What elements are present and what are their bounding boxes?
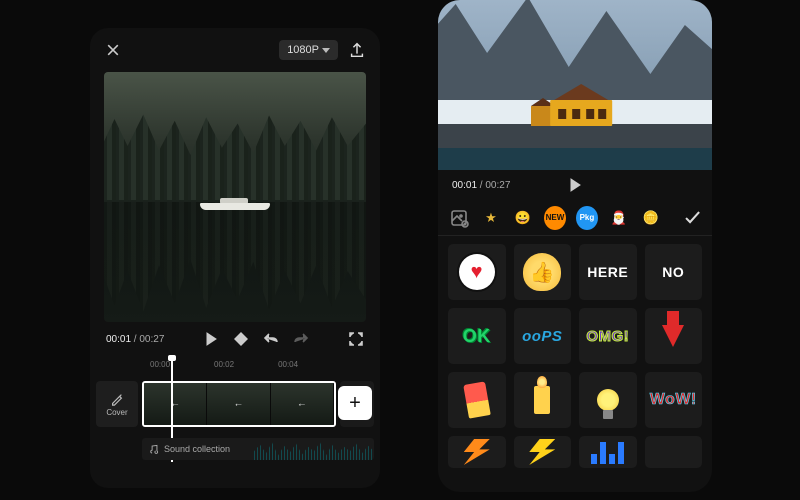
sticker-grid: ♥ 👍 HERE NO OK ooPS OMG! WoW! <box>438 236 712 476</box>
sticker-ok[interactable]: OK <box>448 308 506 364</box>
sticker-wow[interactable]: WoW! <box>645 372 703 428</box>
lightbulb-icon <box>597 389 619 411</box>
ruler-tick: 00:00 <box>150 360 170 369</box>
category-emoji[interactable]: 😀 <box>512 206 534 230</box>
playback-row: 00:01 / 00:27 <box>90 322 380 356</box>
close-icon <box>105 42 121 58</box>
time-display: 00:01 / 00:27 <box>106 334 164 345</box>
fullscreen-button[interactable] <box>348 331 364 347</box>
play-icon <box>567 177 583 193</box>
close-button[interactable] <box>104 41 122 59</box>
caret-down-icon <box>322 48 330 53</box>
playback-row: 00:01 / 00:27 <box>438 170 712 200</box>
lightning-icon <box>529 439 555 465</box>
emoji-icon: 😀 <box>515 210 531 226</box>
clip-frame <box>207 383 270 425</box>
time-display: 00:01 / 00:27 <box>452 180 510 191</box>
redo-icon <box>293 331 309 347</box>
sound-label: Sound collection <box>164 444 230 454</box>
check-icon <box>682 207 702 227</box>
sticker-omg[interactable]: OMG! <box>579 308 637 364</box>
video-preview[interactable] <box>438 0 712 170</box>
resolution-label: 1080P <box>287 44 319 56</box>
timeline-ruler: 00:00 00:02 00:04 <box>90 356 380 372</box>
fullscreen-icon <box>348 331 364 347</box>
clip-frame <box>144 383 207 425</box>
preview-scene-trees <box>104 110 366 200</box>
play-icon <box>203 331 219 347</box>
sticker-oops[interactable]: ooPS <box>514 308 572 364</box>
video-clip[interactable]: 3.0s <box>142 381 336 427</box>
sticker-no[interactable]: NO <box>645 244 703 300</box>
sticker-bolt-yellow[interactable] <box>514 436 572 468</box>
sticker-item[interactable] <box>645 436 703 468</box>
music-note-icon <box>148 444 159 455</box>
sticker-thumbs-up[interactable]: 👍 <box>514 244 572 300</box>
add-clip-button[interactable]: + <box>338 386 372 420</box>
sticker-arrow-down[interactable] <box>645 308 703 364</box>
cover-label: Cover <box>106 408 127 417</box>
coin-icon: 🪙 <box>643 210 659 226</box>
play-button[interactable] <box>203 331 219 347</box>
preview-scene-water <box>438 148 712 170</box>
ruler-tick: 00:04 <box>278 360 298 369</box>
confirm-button[interactable] <box>682 207 702 229</box>
equalizer-icon <box>591 440 624 464</box>
sticker-eraser[interactable] <box>448 372 506 428</box>
lightning-icon <box>464 439 490 465</box>
time-current: 00:01 <box>452 180 477 191</box>
category-coins[interactable]: 🪙 <box>640 206 662 230</box>
category-seasonal[interactable]: 🎅 <box>608 206 630 230</box>
eraser-icon <box>463 381 491 418</box>
preview-scene-house <box>550 86 612 126</box>
redo-button[interactable] <box>293 331 309 347</box>
undo-icon <box>263 331 279 347</box>
time-total: 00:27 <box>139 334 164 345</box>
clip-frame <box>271 383 334 425</box>
top-actions: 1080P <box>279 40 366 60</box>
keyframe-button[interactable] <box>233 331 249 347</box>
category-pack[interactable]: Pkg <box>576 206 598 230</box>
star-icon: ★ <box>485 210 497 226</box>
ruler-tick: 00:02 <box>214 360 234 369</box>
editor-topbar: 1080P <box>90 28 380 72</box>
play-button[interactable] <box>567 177 583 193</box>
timeline[interactable]: Cover 3.0s Ending + <box>96 376 374 432</box>
lighter-icon <box>534 386 550 414</box>
preview-scene-reflection <box>104 202 366 317</box>
sticker-bolt-orange[interactable] <box>448 436 506 468</box>
time-current: 00:01 <box>106 334 131 345</box>
sticker-bulb[interactable] <box>579 372 637 428</box>
pencil-icon <box>110 392 124 406</box>
audio-waveform <box>254 438 374 460</box>
export-button[interactable] <box>348 41 366 59</box>
editor-screen: 1080P 00:01 / 00:27 00:00 00:02 00:04 <box>90 28 380 488</box>
sticker-heart[interactable]: ♥ <box>448 244 506 300</box>
undo-button[interactable] <box>263 331 279 347</box>
time-total: 00:27 <box>485 180 510 191</box>
sticker-bars[interactable] <box>579 436 637 468</box>
sticker-here[interactable]: HERE <box>579 244 637 300</box>
category-gallery[interactable] <box>448 206 470 230</box>
preview-scene-boat <box>200 195 270 213</box>
sticker-lighter[interactable] <box>514 372 572 428</box>
sticker-category-row: ★ 😀 NEW Pkg 🎅 🪙 <box>438 200 712 236</box>
category-new[interactable]: NEW <box>544 206 566 230</box>
video-preview[interactable] <box>104 72 366 322</box>
export-icon <box>348 41 366 59</box>
arrow-down-icon <box>662 325 684 347</box>
keyframe-icon <box>233 331 249 347</box>
santa-hat-icon: 🎅 <box>611 210 627 226</box>
gallery-icon <box>449 208 469 228</box>
resolution-button[interactable]: 1080P <box>279 40 338 60</box>
cover-button[interactable]: Cover <box>96 381 138 427</box>
sound-collection-button[interactable]: Sound collection <box>142 438 374 460</box>
category-favorites[interactable]: ★ <box>480 206 502 230</box>
sticker-screen: 00:01 / 00:27 ★ 😀 NEW Pkg 🎅 🪙 ♥ 👍 HERE N… <box>438 0 712 492</box>
